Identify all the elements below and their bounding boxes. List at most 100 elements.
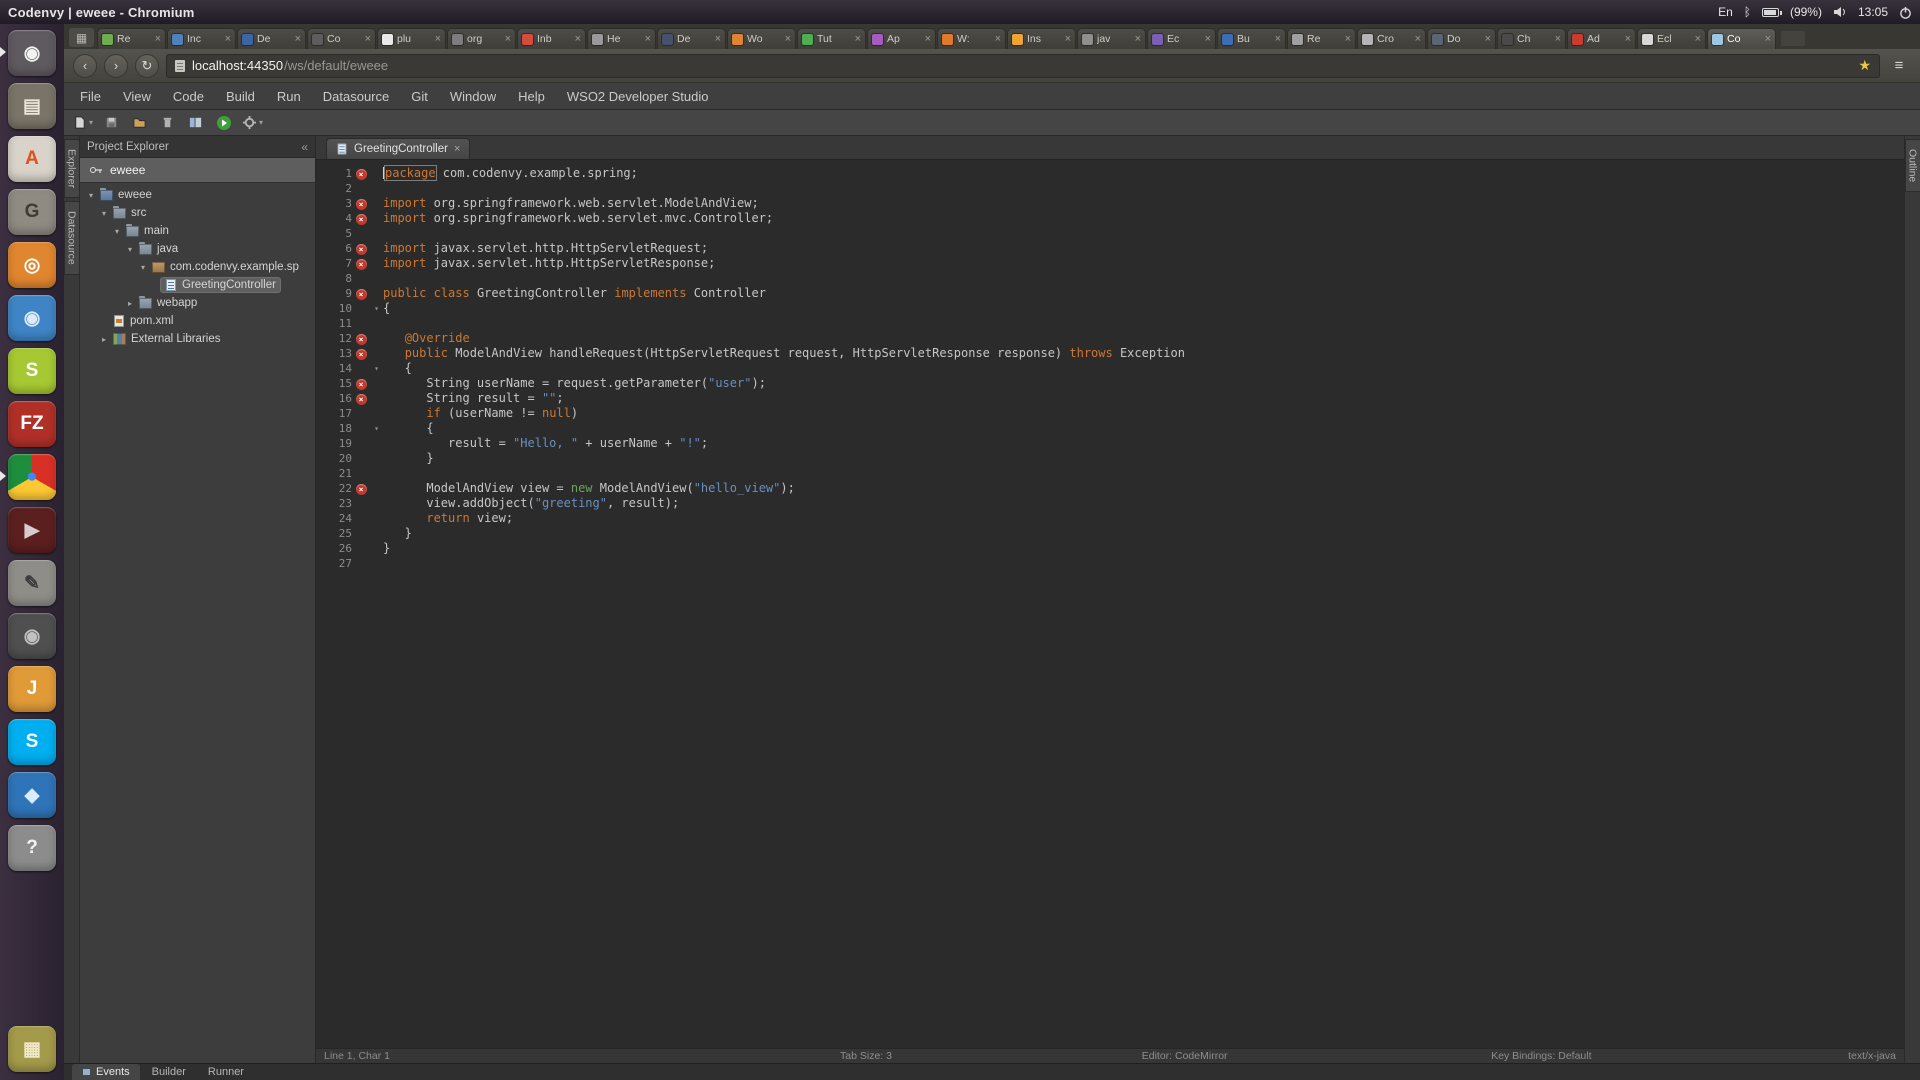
tree-item-src[interactable]: ▾src <box>80 204 315 222</box>
tab-explorer[interactable]: Explorer <box>64 139 80 198</box>
browser-tab-19[interactable]: Do× <box>1427 28 1496 49</box>
launcher-app-droplet[interactable]: ◆ <box>8 772 56 818</box>
layout-button[interactable] <box>183 112 208 134</box>
menu-run[interactable]: Run <box>266 83 312 109</box>
browser-menu-icon[interactable]: ≡ <box>1887 57 1911 74</box>
tree-item-external-libraries[interactable]: ▸External Libraries <box>80 330 315 348</box>
tab-close-icon[interactable]: × <box>925 34 931 45</box>
browser-tab-23[interactable]: Co× <box>1707 28 1776 49</box>
menu-code[interactable]: Code <box>162 83 215 109</box>
tab-datasource[interactable]: Datasource <box>64 201 80 275</box>
tree-item-eweee[interactable]: ▾eweee <box>80 186 315 204</box>
browser-tab-5[interactable]: org× <box>447 28 516 49</box>
open-button[interactable] <box>127 112 152 134</box>
launcher-filezilla[interactable]: FZ <box>8 401 56 447</box>
tab-close-icon[interactable]: × <box>645 34 651 45</box>
tab-close-icon[interactable]: × <box>365 34 371 45</box>
launcher-dash-home[interactable]: ◉ <box>8 30 56 76</box>
browser-tab-14[interactable]: jav× <box>1077 28 1146 49</box>
browser-tab-7[interactable]: He× <box>587 28 656 49</box>
launcher-app-blue-ball[interactable]: ◉ <box>8 295 56 341</box>
tab-close-icon[interactable]: × <box>995 34 1001 45</box>
clock[interactable]: 13:05 <box>1858 5 1888 19</box>
menu-help[interactable]: Help <box>507 83 556 109</box>
fold-arrow-icon[interactable]: ▾ <box>370 421 383 436</box>
browser-tab-12[interactable]: W:× <box>937 28 1006 49</box>
menu-build[interactable]: Build <box>215 83 266 109</box>
launcher-help[interactable]: ? <box>8 825 56 871</box>
tab-close-icon[interactable]: × <box>435 34 441 45</box>
browser-tab-13[interactable]: Ins× <box>1007 28 1076 49</box>
expand-arrow-icon[interactable]: ▸ <box>99 335 109 344</box>
browser-tab-17[interactable]: Re× <box>1287 28 1356 49</box>
menu-git[interactable]: Git <box>400 83 439 109</box>
launcher-gimp[interactable]: G <box>8 189 56 235</box>
tree-item-com-codenvy-example-sp[interactable]: ▾com.codenvy.example.sp <box>80 258 315 276</box>
tab-close-icon[interactable]: × <box>1065 34 1071 45</box>
menu-file[interactable]: File <box>69 83 112 109</box>
browser-tab-1[interactable]: Inc× <box>167 28 236 49</box>
browser-tab-21[interactable]: Ad× <box>1567 28 1636 49</box>
url-bar[interactable]: localhost:44350 /ws/default/eweee ★ <box>166 54 1880 78</box>
tree-item-webapp[interactable]: ▸webapp <box>80 294 315 312</box>
settings-button[interactable]: ▾ <box>239 112 266 134</box>
tab-close-icon[interactable]: × <box>1415 34 1421 45</box>
session-power-icon[interactable] <box>1899 6 1912 19</box>
expand-arrow-icon[interactable]: ▾ <box>125 245 135 254</box>
menu-view[interactable]: View <box>112 83 162 109</box>
bookmark-star-icon[interactable]: ★ <box>1858 57 1871 74</box>
close-tab-icon[interactable]: × <box>454 143 460 155</box>
browser-tab-2[interactable]: De× <box>237 28 306 49</box>
expand-arrow-icon[interactable]: ▾ <box>86 191 96 200</box>
fold-arrow-icon[interactable]: ▾ <box>370 361 383 376</box>
tab-close-icon[interactable]: × <box>1485 34 1491 45</box>
panel-tab-events[interactable]: Events <box>72 1064 140 1080</box>
workspace-row[interactable]: eweee <box>80 158 315 183</box>
tab-outline[interactable]: Outline <box>1905 139 1920 192</box>
tab-close-icon[interactable]: × <box>1695 34 1701 45</box>
launcher-workspace-bottom[interactable]: ▦ <box>8 1026 56 1072</box>
tab-close-icon[interactable]: × <box>1555 34 1561 45</box>
browser-tab-11[interactable]: Ap× <box>867 28 936 49</box>
fold-arrow-icon[interactable]: ▾ <box>370 301 383 316</box>
code-editor[interactable]: 1×package com.codenvy.example.spring;23×… <box>316 160 1904 1048</box>
tree-item-greetingcontroller[interactable]: GreetingController <box>80 276 315 294</box>
forward-button[interactable]: › <box>104 54 128 78</box>
panel-tab-builder[interactable]: Builder <box>142 1064 196 1080</box>
browser-tab-8[interactable]: De× <box>657 28 726 49</box>
tab-close-icon[interactable]: × <box>1135 34 1141 45</box>
launcher-software-center[interactable]: A <box>8 136 56 182</box>
tab-close-icon[interactable]: × <box>1625 34 1631 45</box>
expand-arrow-icon[interactable]: ▾ <box>138 263 148 272</box>
tab-close-icon[interactable]: × <box>155 34 161 45</box>
browser-tab-15[interactable]: Ec× <box>1147 28 1216 49</box>
launcher-files[interactable]: ▤ <box>8 83 56 129</box>
launcher-chromium[interactable]: ● <box>8 454 56 500</box>
tab-close-icon[interactable]: × <box>785 34 791 45</box>
expand-arrow-icon[interactable]: ▸ <box>125 299 135 308</box>
tab-close-icon[interactable]: × <box>505 34 511 45</box>
editor-tab-greetingcontroller[interactable]: GreetingController × <box>326 138 470 159</box>
tab-close-icon[interactable]: × <box>1275 34 1281 45</box>
bluetooth-icon[interactable]: ᛒ <box>1744 5 1751 19</box>
tree-item-pom-xml[interactable]: pom.xml <box>80 312 315 330</box>
save-button[interactable] <box>99 112 124 134</box>
launcher-app-green-s[interactable]: S <box>8 348 56 394</box>
launcher-app-orange-swirl[interactable]: ◎ <box>8 242 56 288</box>
tree-item-main[interactable]: ▾main <box>80 222 315 240</box>
launcher-skype[interactable]: S <box>8 719 56 765</box>
expand-arrow-icon[interactable]: ▾ <box>112 227 122 236</box>
tab-close-icon[interactable]: × <box>1205 34 1211 45</box>
tab-close-icon[interactable]: × <box>1765 34 1771 45</box>
tab-close-icon[interactable]: × <box>295 34 301 45</box>
back-button[interactable]: ‹ <box>73 54 97 78</box>
menu-window[interactable]: Window <box>439 83 507 109</box>
collapse-panel-button[interactable]: « <box>301 140 308 154</box>
browser-tab-10[interactable]: Tut× <box>797 28 866 49</box>
keyboard-indicator[interactable]: En <box>1718 5 1733 19</box>
tree-item-java[interactable]: ▾java <box>80 240 315 258</box>
reload-button[interactable]: ↻ <box>135 54 159 78</box>
battery-icon[interactable] <box>1762 8 1779 17</box>
tab-close-icon[interactable]: × <box>855 34 861 45</box>
browser-tab-3[interactable]: Co× <box>307 28 376 49</box>
